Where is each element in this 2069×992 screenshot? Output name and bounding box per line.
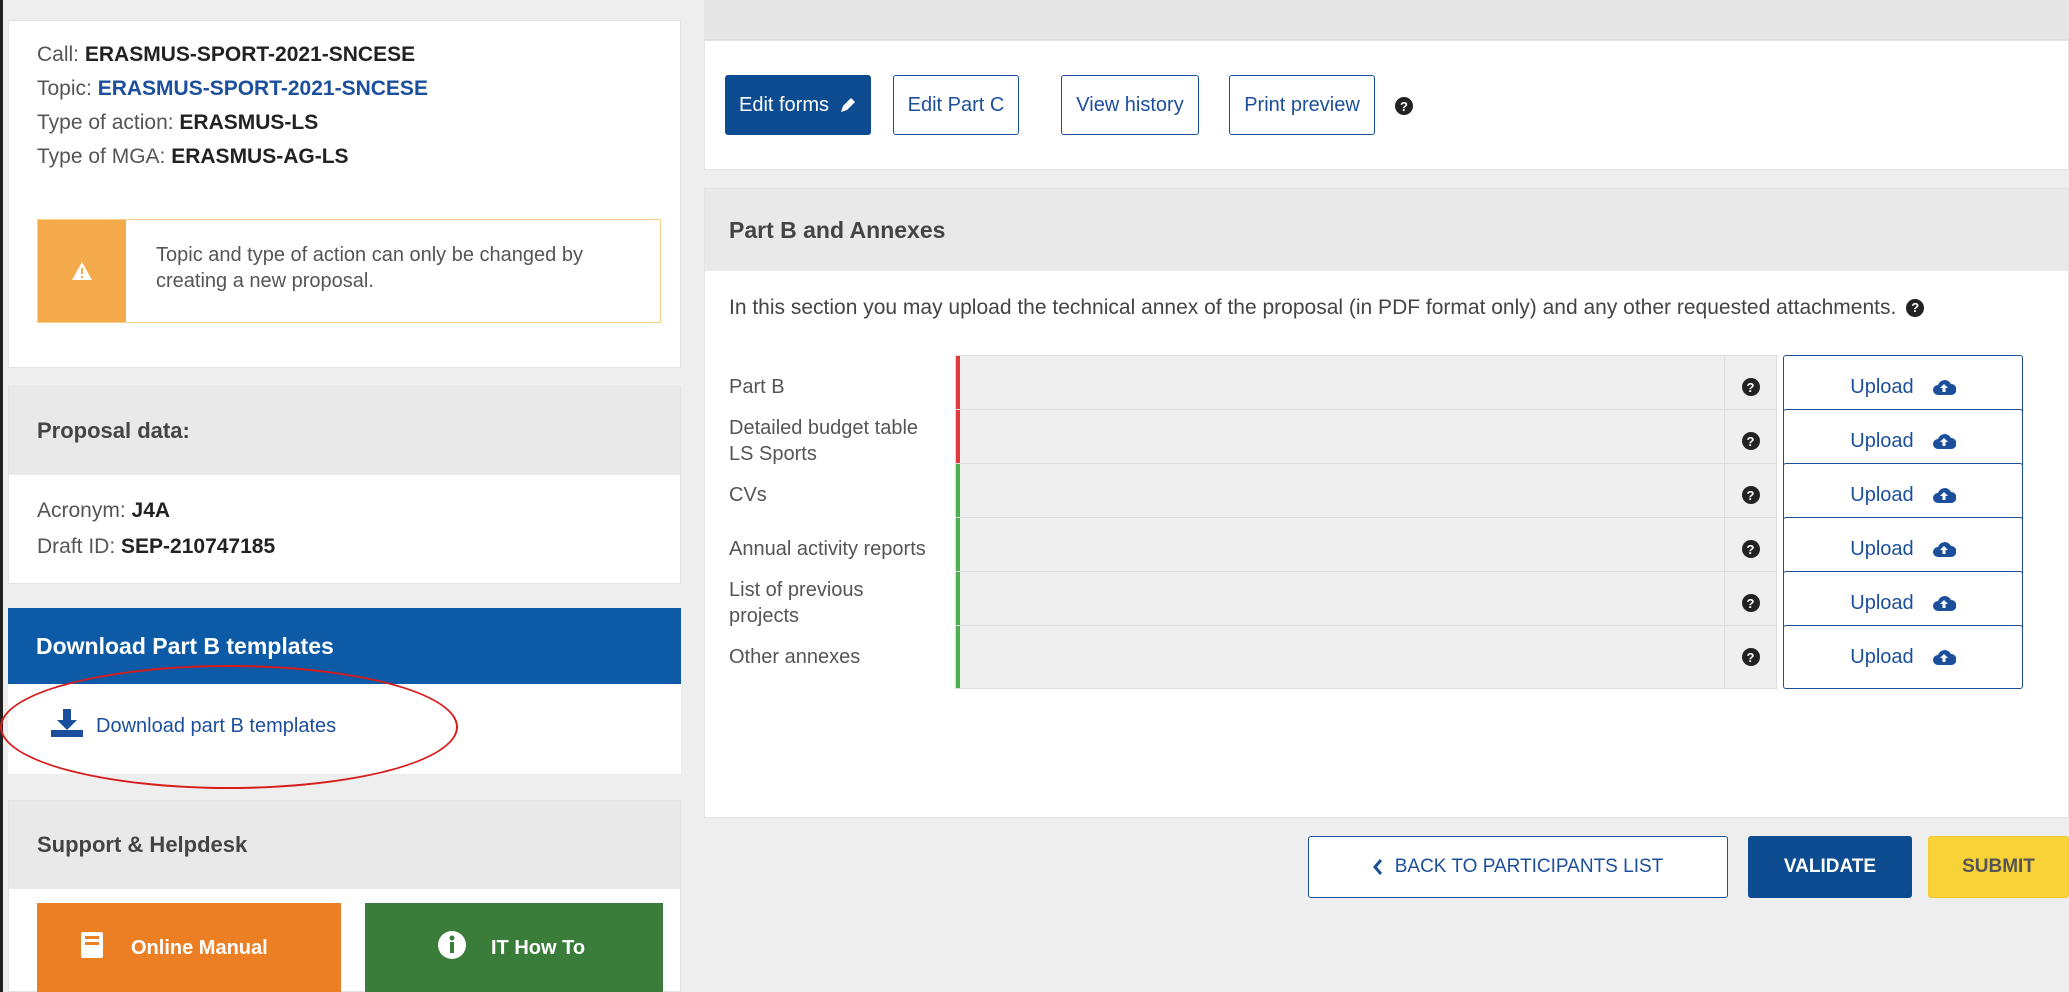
upload-button-label: Upload [1850,591,1914,614]
cloud-upload-icon [1924,486,1956,504]
call-line: Call: ERASMUS-SPORT-2021-SNCESE [37,43,415,67]
help-icon[interactable]: ? [1906,299,1925,318]
action-line: Type of action: ERASMUS-LS [37,111,318,135]
upload-button-label: Upload [1850,645,1914,668]
edit-forms-label: Edit forms [738,93,830,116]
part-b-description: In this section you may upload the techn… [729,293,2049,323]
mga-value: ERASMUS-AG-LS [171,145,349,168]
upload-file-field [955,625,1725,689]
support-card: Support & Helpdesk Online Manual IT How … [8,800,681,992]
window-edge [0,0,3,992]
online-manual-label: Online Manual [131,936,268,959]
topic-label: Topic: [37,77,98,100]
topic-line: Topic: ERASMUS-SPORT-2021-SNCESE [37,77,428,101]
action-value: ERASMUS-LS [179,111,319,134]
part-b-annexes-panel: Part B and Annexes In this section you m… [704,188,2069,818]
upload-row: Other annexes? Upload [729,625,2059,689]
upload-help-cell: ? [1725,625,1777,689]
upload-button-label: Upload [1850,537,1914,560]
upload-button-label: Upload [1850,429,1914,452]
part-b-description-text: In this section you may upload the techn… [729,296,1897,319]
upload-button[interactable]: Upload [1783,625,2023,689]
upload-button-label: Upload [1850,483,1914,506]
upload-button-label: Upload [1850,375,1914,398]
proposal-data-heading: Proposal data: [9,387,680,475]
validate-label: VALIDATE [1783,856,1877,877]
upload-status-bar [956,626,960,688]
mga-label: Type of MGA: [37,145,172,168]
help-icon[interactable]: ? [1395,97,1413,115]
chevron-left-icon [1372,859,1383,875]
submit-label: SUBMIT [1962,856,2035,877]
online-manual-button[interactable]: Online Manual [37,903,341,992]
back-to-participants-button[interactable]: BACK TO PARTICIPANTS LIST [1308,836,1728,898]
validate-button[interactable]: VALIDATE [1748,836,1912,898]
call-info-card: Call: ERASMUS-SPORT-2021-SNCESE Topic: E… [8,20,681,368]
warning-text: Topic and type of action can only be cha… [156,244,583,292]
cloud-upload-icon [1924,540,1956,558]
draft-id-value: SEP-210747185 [121,535,276,558]
call-label: Call: [37,43,85,66]
proposal-data-card: Proposal data: Acronym: J4A Draft ID: SE… [8,386,681,584]
it-how-to-label: IT How To [491,936,586,959]
help-icon[interactable]: ? [1741,594,1760,612]
cloud-upload-icon [1924,594,1956,612]
it-how-to-button[interactable]: IT How To [365,903,663,992]
help-icon[interactable]: ? [1741,486,1760,504]
cloud-upload-icon [1924,432,1956,450]
view-history-label: View history [1076,93,1184,116]
submit-button[interactable]: SUBMIT [1928,836,2069,898]
topic-link[interactable]: ERASMUS-SPORT-2021-SNCESE [98,77,428,100]
edit-part-c-label: Edit Part C [907,93,1005,116]
cloud-upload-icon [1924,648,1956,666]
cloud-upload-icon [1924,378,1956,396]
info-icon [437,930,491,966]
warning-icon [38,220,126,322]
highlight-ellipse [0,665,458,789]
acronym-line: Acronym: J4A [37,499,170,523]
view-history-button[interactable]: View history [1061,75,1199,135]
upload-row-label: Other annexes [729,646,861,668]
acronym-value: J4A [131,499,171,522]
print-preview-label: Print preview [1244,93,1360,116]
help-icon[interactable]: ? [1741,540,1760,558]
help-icon[interactable]: ? [1741,378,1760,396]
pencil-icon [839,96,857,114]
support-heading: Support & Helpdesk [9,801,680,889]
top-strip [704,0,2069,40]
draft-id-label: Draft ID: [37,535,122,558]
back-to-participants-label: BACK TO PARTICIPANTS LIST [1394,856,1664,877]
draft-id-line: Draft ID: SEP-210747185 [37,535,275,559]
action-label: Type of action: [37,111,180,134]
part-b-heading: Part B and Annexes [705,189,2068,271]
form-toolbar: Edit forms Edit Part C View history Prin… [704,40,2069,170]
help-icon[interactable]: ? [1741,432,1760,450]
help-icon[interactable]: ? [1741,648,1760,666]
call-value: ERASMUS-SPORT-2021-SNCESE [84,43,416,66]
edit-part-c-button[interactable]: Edit Part C [893,75,1019,135]
print-preview-button[interactable]: Print preview [1229,75,1375,135]
edit-forms-button[interactable]: Edit forms [725,75,871,135]
book-icon [77,930,131,966]
mga-line: Type of MGA: ERASMUS-AG-LS [37,145,349,169]
acronym-label: Acronym: [37,499,132,522]
warning-box: Topic and type of action can only be cha… [37,219,661,323]
